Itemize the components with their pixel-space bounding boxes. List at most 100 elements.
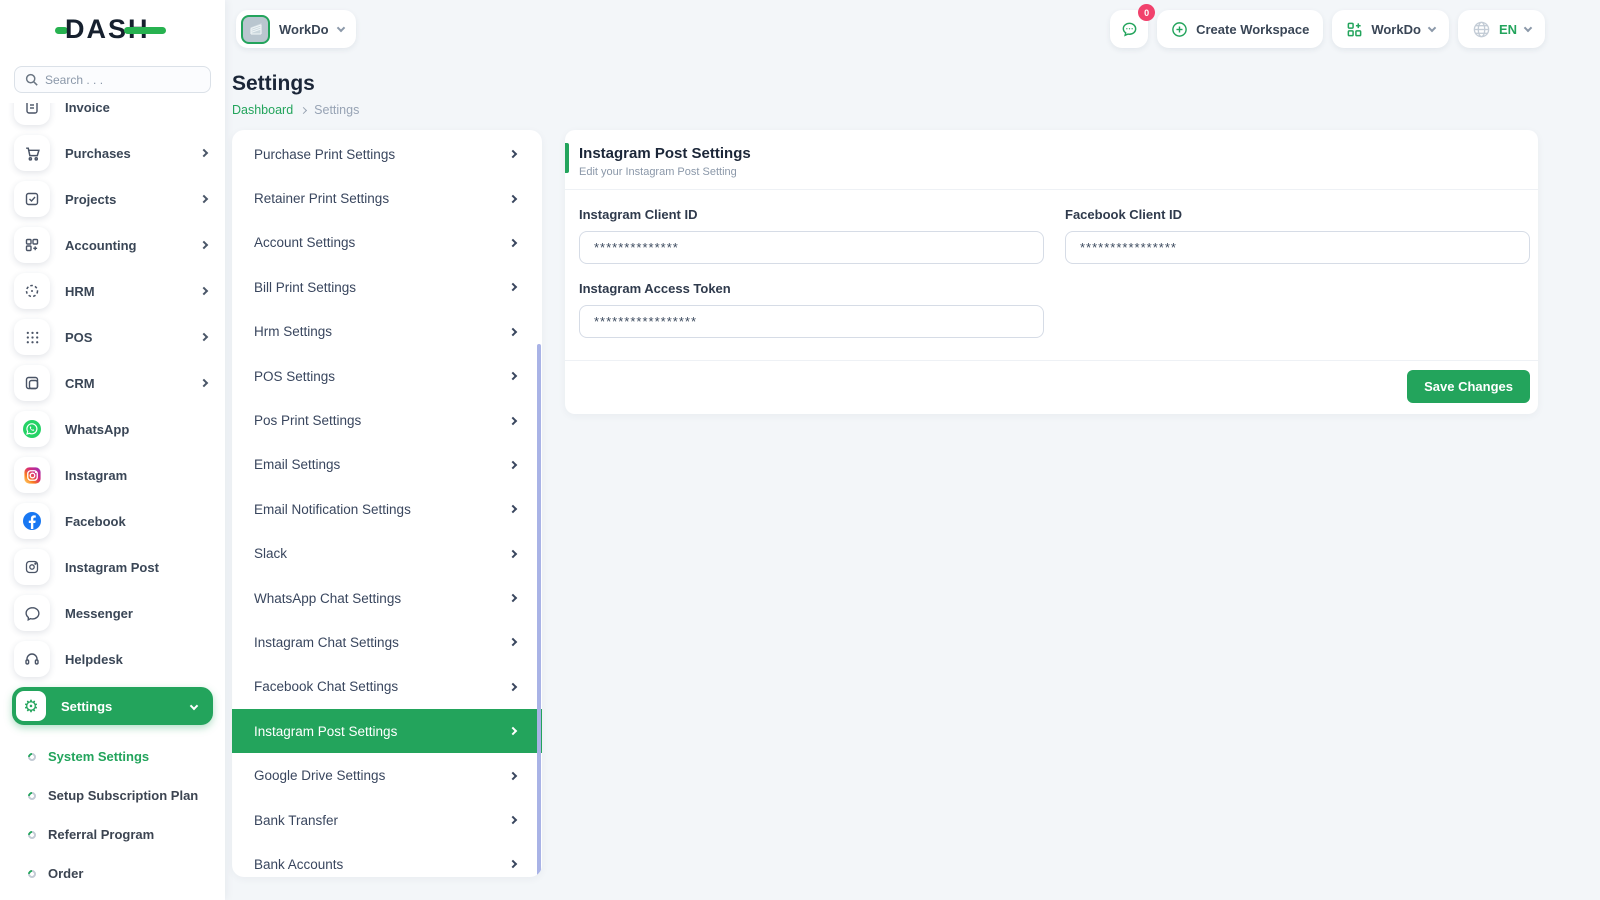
content: Settings Dashboard Settings Purchase Pri… xyxy=(232,58,1600,877)
subnav-item-label: System Settings xyxy=(48,749,150,764)
sidebar-item-label: POS xyxy=(65,329,93,345)
save-changes-button[interactable]: Save Changes xyxy=(1407,370,1530,403)
instagram-post-settings-panel: Instagram Post Settings Edit your Instag… xyxy=(565,130,1538,414)
sidebar-item-label: WhatsApp xyxy=(65,421,130,437)
hrm-dial-icon xyxy=(14,273,50,309)
chevron-down-icon xyxy=(1523,23,1533,32)
chevron-right-icon xyxy=(508,327,518,336)
settings-menu-item[interactable]: Email Settings xyxy=(232,443,542,487)
workspace-menu-label: WorkDo xyxy=(1371,21,1421,37)
settings-menu-item[interactable]: Retainer Print Settings xyxy=(232,176,542,220)
chevron-right-icon xyxy=(199,240,209,250)
chevron-right-icon xyxy=(508,283,518,292)
sidebar-item-facebook[interactable]: Facebook xyxy=(14,503,211,539)
chevron-right-icon xyxy=(508,149,518,159)
settings-menu-item-label: Retainer Print Settings xyxy=(254,191,390,207)
topbar-actions: 0 Create Workspace WorkDo EN xyxy=(1110,4,1545,48)
sidebar-item-helpdesk[interactable]: Helpdesk xyxy=(14,641,211,677)
settings-menu-item[interactable]: WhatsApp Chat Settings xyxy=(232,576,542,620)
language-selector[interactable]: EN xyxy=(1457,10,1545,48)
sidebar-item-purchases[interactable]: Purchases xyxy=(14,135,211,171)
headset-icon xyxy=(14,641,50,677)
settings-menu-item-label: Pos Print Settings xyxy=(254,413,362,429)
chevron-down-icon xyxy=(336,23,345,32)
sidebar-item-label: HRM xyxy=(65,283,95,299)
chat-icon xyxy=(1120,20,1139,39)
sidebar-item-instagram-post[interactable]: Instagram Post xyxy=(14,549,211,585)
settings-menu-scrollbar[interactable] xyxy=(537,344,541,877)
subnav-item-order[interactable]: Order xyxy=(26,854,225,893)
sidebar-item-label: Invoice xyxy=(65,103,110,115)
sidebar-item-accounting[interactable]: Accounting xyxy=(14,227,211,263)
settings-menu-item-label: Email Settings xyxy=(254,457,341,473)
sidebar-item-whatsapp[interactable]: WhatsApp xyxy=(14,411,211,447)
settings-menu-item-label: Purchase Print Settings xyxy=(254,146,396,162)
sidebar-item-hrm[interactable]: HRM xyxy=(14,273,211,309)
settings-menu-item[interactable]: Pos Print Settings xyxy=(232,398,542,442)
facebook-client-id-input[interactable] xyxy=(1065,231,1530,264)
dots-grid-icon xyxy=(14,319,50,355)
settings-menu-item[interactable]: POS Settings xyxy=(232,354,542,398)
settings-menu-item[interactable]: Google Drive Settings xyxy=(232,753,542,797)
settings-menu-item[interactable]: Bank Accounts xyxy=(232,842,542,877)
subnav-item-setup-subscription-plan[interactable]: Setup Subscription Plan xyxy=(26,776,225,815)
field-label: Facebook Client ID xyxy=(1065,207,1183,222)
sidebar-item-label: Instagram Post xyxy=(65,559,159,575)
settings-menu-item-label: Email Notification Settings xyxy=(254,501,411,517)
sidebar-item-crm[interactable]: CRM xyxy=(14,365,211,401)
cart-icon xyxy=(14,135,50,171)
whatsapp-icon xyxy=(14,411,50,447)
settings-menu-item-label: POS Settings xyxy=(254,368,336,384)
workspace-avatar xyxy=(241,14,270,44)
workspace-selector[interactable]: WorkDo xyxy=(236,10,356,48)
subnav-item-system-settings[interactable]: System Settings xyxy=(26,737,225,776)
subnav-item-referral-program[interactable]: Referral Program xyxy=(26,815,225,854)
settings-menu-item[interactable]: Account Settings xyxy=(232,221,542,265)
settings-menu-item[interactable]: Facebook Chat Settings xyxy=(232,665,542,709)
sidebar-item-instagram[interactable]: Instagram xyxy=(14,457,211,493)
logo-bar-icon xyxy=(123,26,166,34)
settings-menu-item-label: Facebook Chat Settings xyxy=(254,679,399,695)
instagram-access-token-input[interactable] xyxy=(579,305,1044,338)
settings-menu-item[interactable]: Slack xyxy=(232,532,542,576)
chevron-right-icon xyxy=(508,727,518,736)
settings-menu-item[interactable]: Purchase Print Settings xyxy=(232,132,542,176)
search-input[interactable] xyxy=(45,72,185,87)
accent-bar xyxy=(565,143,569,173)
sidebar-item-invoice[interactable]: Invoice xyxy=(14,103,211,125)
settings-menu-item-active[interactable]: Instagram Post Settings xyxy=(232,709,542,754)
sidebar-item-label: Helpdesk xyxy=(65,651,123,667)
sidebar-nav: Invoice Purchases Projects Accounting HR… xyxy=(0,103,225,900)
settings-menu-item-label: Bank Accounts xyxy=(254,856,344,872)
chevron-right-icon xyxy=(508,815,518,825)
breadcrumb-dashboard-link[interactable]: Dashboard xyxy=(232,103,293,117)
messages-button[interactable]: 0 xyxy=(1110,4,1156,48)
sidebar-item-pos[interactable]: POS xyxy=(14,319,211,355)
instagram-client-id-input[interactable] xyxy=(579,231,1044,264)
layout-icon xyxy=(14,365,50,401)
settings-menu-item-label: Instagram Chat Settings xyxy=(254,634,399,650)
sidebar: DASH Invoice xyxy=(0,0,225,900)
sidebar-item-settings[interactable]: ⚙ Settings xyxy=(12,687,213,725)
workspace-menu-button[interactable]: WorkDo xyxy=(1332,10,1449,48)
panel-subtitle: Edit your Instagram Post Setting xyxy=(579,166,737,178)
settings-menu-item-label: Google Drive Settings xyxy=(254,768,386,784)
settings-menu-item[interactable]: Instagram Chat Settings xyxy=(232,620,542,664)
sidebar-item-projects[interactable]: Projects xyxy=(14,181,211,217)
gear-icon: ⚙ xyxy=(16,691,46,721)
sidebar-item-messenger[interactable]: Messenger xyxy=(14,595,211,631)
settings-menu-item[interactable]: Email Notification Settings xyxy=(232,487,542,531)
brand-logo[interactable]: DASH xyxy=(0,0,225,58)
sidebar-item-label: Purchases xyxy=(65,145,131,161)
panel-form: Instagram Client ID Facebook Client ID I… xyxy=(565,190,1538,338)
settings-menu-item[interactable]: Hrm Settings xyxy=(232,310,542,354)
bullet-icon xyxy=(26,867,38,880)
sidebar-search[interactable] xyxy=(14,66,211,93)
settings-menu-item[interactable]: Bill Print Settings xyxy=(232,265,542,309)
breadcrumb-current: Settings xyxy=(314,103,360,117)
facebook-client-id-field: Facebook Client ID xyxy=(1065,207,1530,264)
settings-menu-item[interactable]: Bank Transfer xyxy=(232,798,542,842)
create-workspace-button[interactable]: Create Workspace xyxy=(1157,10,1324,48)
settings-menu-item-label: Bill Print Settings xyxy=(254,279,357,295)
bullet-icon xyxy=(26,789,38,802)
